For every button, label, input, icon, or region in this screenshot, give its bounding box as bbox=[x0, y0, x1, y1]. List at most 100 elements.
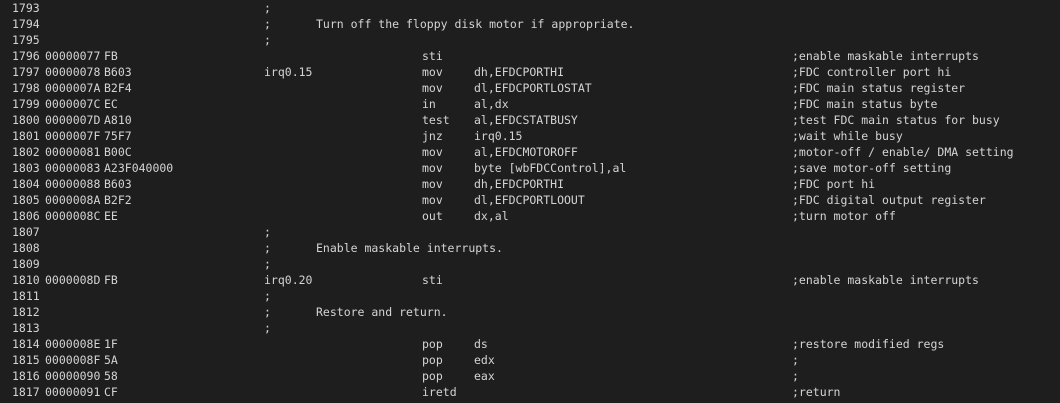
mnemonic: jnz bbox=[422, 129, 443, 143]
address: 00000081 bbox=[45, 145, 101, 159]
trailing-comment: ;motor-off / enable/ DMA setting bbox=[792, 145, 1014, 159]
comment-marker: ; bbox=[264, 321, 271, 335]
mnemonic: mov bbox=[422, 193, 443, 207]
comment-marker: ; bbox=[264, 1, 271, 15]
code-label: irq0.20 bbox=[264, 273, 313, 287]
machine-code-bytes: FB bbox=[104, 49, 118, 63]
address: 0000007C bbox=[45, 97, 101, 111]
line-number: 1798 bbox=[12, 81, 40, 95]
comment-text: Restore and return. bbox=[316, 305, 448, 319]
line-number: 1794 bbox=[12, 17, 40, 31]
mnemonic: mov bbox=[422, 65, 443, 79]
listing-line: 1799 0000007C EC in al,dx ;FDC main status by… bbox=[0, 96, 1060, 112]
operands: dh,EFDCPORTHI bbox=[474, 65, 565, 79]
trailing-comment: ; bbox=[792, 369, 799, 383]
operands: al,EFDCSTATBUSY bbox=[474, 113, 578, 127]
machine-code-bytes: CF bbox=[104, 385, 118, 399]
address: 0000007F bbox=[45, 129, 101, 143]
line-number: 1793 bbox=[12, 1, 40, 15]
address: 0000008D bbox=[45, 273, 101, 287]
operands: dh,EFDCPORTHI bbox=[474, 177, 565, 191]
listing-line: 1816 00000090 58 pop eax; bbox=[0, 368, 1060, 384]
address: 00000077 bbox=[45, 49, 101, 63]
listing-line: 1796 00000077 FB sti ;enable maskable interr… bbox=[0, 48, 1060, 64]
operands: dl,EFDCPORTLOSTAT bbox=[474, 81, 592, 95]
listing-line: 1793; bbox=[0, 0, 1060, 16]
trailing-comment: ;wait while busy bbox=[792, 129, 903, 143]
code-label: irq0.15 bbox=[264, 65, 313, 79]
listing-line: 1801 0000007F 75F7 jnz irq0.15 ;wait while bu… bbox=[0, 128, 1060, 144]
comment-marker: ; bbox=[264, 257, 271, 271]
trailing-comment: ;enable maskable interrupts bbox=[792, 49, 979, 63]
mnemonic: iretd bbox=[422, 385, 457, 399]
mnemonic: pop bbox=[422, 337, 443, 351]
trailing-comment: ;enable maskable interrupts bbox=[792, 273, 979, 287]
address: 0000008E bbox=[45, 337, 101, 351]
comment-marker: ; bbox=[264, 17, 271, 31]
line-number: 1817 bbox=[12, 385, 40, 399]
machine-code-bytes: 5A bbox=[104, 353, 118, 367]
line-number: 1799 bbox=[12, 97, 40, 111]
operands: dl,EFDCPORTLOOUT bbox=[474, 193, 585, 207]
listing-line: 1798 0000007A B2F4 mov dl,EFDCPORTLOSTAT ;FDC… bbox=[0, 80, 1060, 96]
address: 00000090 bbox=[45, 369, 101, 383]
operands: al,EFDCMOTOROFF bbox=[474, 145, 578, 159]
line-number: 1797 bbox=[12, 65, 40, 79]
line-number: 1806 bbox=[12, 209, 40, 223]
operands: irq0.15 bbox=[474, 129, 523, 143]
machine-code-bytes: B2F2 bbox=[104, 193, 132, 207]
line-number: 1809 bbox=[12, 257, 40, 271]
machine-code-bytes: A810 bbox=[104, 113, 132, 127]
comment-marker: ; bbox=[264, 225, 271, 239]
line-number: 1808 bbox=[12, 241, 40, 255]
address: 0000008F bbox=[45, 353, 101, 367]
operands: al,dx bbox=[474, 97, 509, 111]
line-number: 1810 bbox=[12, 273, 40, 287]
line-number: 1802 bbox=[12, 145, 40, 159]
operands: byte [wbFDCControl],al bbox=[474, 161, 627, 175]
mnemonic: mov bbox=[422, 177, 443, 191]
comment-marker: ; bbox=[264, 241, 271, 255]
line-number: 1807 bbox=[12, 225, 40, 239]
machine-code-bytes: EC bbox=[104, 97, 118, 111]
comment-text: Enable maskable interrupts. bbox=[316, 241, 503, 255]
line-number: 1814 bbox=[12, 337, 40, 351]
mnemonic: out bbox=[422, 209, 443, 223]
address: 00000091 bbox=[45, 385, 101, 399]
listing-line: 1813; bbox=[0, 320, 1060, 336]
listing-line: 1814 0000008E 1F pop ds ;restore modified reg… bbox=[0, 336, 1060, 352]
listing-line: 1808; Enable maskable interrupts. bbox=[0, 240, 1060, 256]
machine-code-bytes: 1F bbox=[104, 337, 118, 351]
address: 00000078 bbox=[45, 65, 101, 79]
operands: edx bbox=[474, 353, 495, 367]
line-number: 1815 bbox=[12, 353, 40, 367]
trailing-comment: ;return bbox=[792, 385, 841, 399]
machine-code-bytes: A23F040000 bbox=[104, 161, 174, 175]
trailing-comment: ;test FDC main status for busy bbox=[792, 113, 1000, 127]
listing-line: 1809; bbox=[0, 256, 1060, 272]
address: 0000008A bbox=[45, 193, 101, 207]
trailing-comment: ;save motor-off setting bbox=[792, 161, 952, 175]
machine-code-bytes: 75F7 bbox=[104, 129, 132, 143]
machine-code-bytes: EE bbox=[104, 209, 118, 223]
mnemonic: in bbox=[422, 97, 436, 111]
machine-code-bytes: B00C bbox=[104, 145, 132, 159]
comment-marker: ; bbox=[264, 305, 271, 319]
assembly-listing: 1793; 1794; Turn off the floppy disk motor… bbox=[0, 0, 1060, 400]
mnemonic: sti bbox=[422, 273, 443, 287]
line-number: 1813 bbox=[12, 321, 40, 335]
mnemonic: sti bbox=[422, 49, 443, 63]
listing-line: 1815 0000008F 5A pop edx; bbox=[0, 352, 1060, 368]
listing-line: 1802 00000081 B00C mov al,EFDCMOTOROFF ;motor… bbox=[0, 144, 1060, 160]
trailing-comment: ;restore modified regs bbox=[792, 337, 945, 351]
listing-line: 1794; Turn off the floppy disk motor if a… bbox=[0, 16, 1060, 32]
trailing-comment: ; bbox=[792, 353, 799, 367]
address: 0000007A bbox=[45, 81, 101, 95]
line-number: 1812 bbox=[12, 305, 40, 319]
line-number: 1816 bbox=[12, 369, 40, 383]
listing-line: 1800 0000007D A810 test al,EFDCSTATBUSY ;test… bbox=[0, 112, 1060, 128]
line-number: 1803 bbox=[12, 161, 40, 175]
operands: eax bbox=[474, 369, 495, 383]
listing-line: 1797 00000078 B603 irq0.15 mov dh,EFDCPORTHI;… bbox=[0, 64, 1060, 80]
operands: dx,al bbox=[474, 209, 509, 223]
